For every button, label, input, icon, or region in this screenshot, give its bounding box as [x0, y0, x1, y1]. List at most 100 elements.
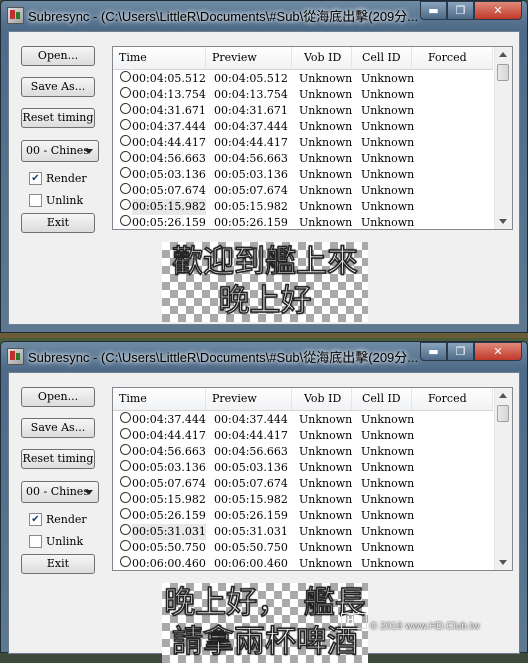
- list-item[interactable]: 00:04:44.417 00:04:44.417 Unknown Unknown: [113, 135, 493, 151]
- exit-button[interactable]: Exit: [21, 213, 95, 233]
- column-header-preview[interactable]: Preview: [206, 47, 292, 69]
- radio-circle-icon[interactable]: [120, 444, 131, 455]
- radio-circle-icon[interactable]: [120, 508, 131, 519]
- radio-circle-icon[interactable]: [120, 556, 131, 567]
- unlink-checkbox[interactable]: Unlink: [29, 193, 83, 210]
- list-item[interactable]: 00:05:03.136 00:05:03.136 Unknown Unknown: [113, 167, 493, 183]
- list-item[interactable]: 00:04:56.663 00:04:56.663 Unknown Unknown: [113, 444, 493, 460]
- scroll-up-icon[interactable]: [499, 393, 507, 398]
- close-button[interactable]: ✕: [474, 342, 522, 361]
- subtitle-preview: 歡迎到艦上來 晚上好: [162, 242, 368, 322]
- maximize-button[interactable]: ❐: [447, 342, 474, 361]
- column-header-vob-id[interactable]: Vob ID: [292, 47, 352, 69]
- save-as-button[interactable]: Save As...: [21, 418, 95, 438]
- column-header-time[interactable]: Time: [113, 388, 206, 410]
- exit-button[interactable]: Exit: [21, 554, 95, 574]
- window-client-area: Open... Save As... Reset timing 00 - Chi…: [8, 31, 520, 325]
- save-as-button[interactable]: Save As...: [21, 77, 95, 97]
- chevron-down-icon: [85, 149, 93, 154]
- close-button[interactable]: ✕: [474, 1, 522, 20]
- radio-circle-icon[interactable]: [120, 460, 131, 471]
- list-item[interactable]: 00:05:15.982 00:05:15.982 Unknown Unknown: [113, 492, 493, 508]
- title-bar[interactable]: Subresync - (C:\Users\LittleR\Documents\…: [1, 342, 527, 370]
- cell-preview: 00:04:44.417: [214, 429, 288, 442]
- radio-circle-icon[interactable]: [120, 215, 131, 226]
- unlink-label: Unlink: [46, 535, 84, 548]
- list-item[interactable]: 00:04:13.754 00:04:13.754 Unknown Unknown: [113, 87, 493, 103]
- list-item[interactable]: 00:05:07.674 00:05:07.674 Unknown Unknown: [113, 183, 493, 199]
- language-select[interactable]: 00 - Chines: [21, 481, 99, 503]
- list-item[interactable]: 00:04:37.444 00:04:37.444 Unknown Unknown: [113, 412, 493, 428]
- column-header-vob-id[interactable]: Vob ID: [292, 388, 352, 410]
- cell-time: 00:05:03.136: [132, 461, 206, 474]
- list-item[interactable]: 00:04:05.512 00:04:05.512 Unknown Unknown: [113, 71, 493, 87]
- radio-circle-icon[interactable]: [120, 412, 131, 423]
- minimize-button[interactable]: ▬: [420, 1, 447, 20]
- list-item[interactable]: 00:05:07.674 00:05:07.674 Unknown Unknown: [113, 476, 493, 492]
- radio-circle-icon[interactable]: [120, 119, 131, 130]
- list-item[interactable]: 00:05:03.136 00:05:03.136 Unknown Unknown: [113, 460, 493, 476]
- list-item[interactable]: 00:06:00.460 00:06:00.460 Unknown Unknown: [113, 556, 493, 570]
- cell-cell: Unknown: [361, 136, 415, 149]
- open-button[interactable]: Open...: [21, 387, 95, 407]
- radio-circle-icon[interactable]: [120, 183, 131, 194]
- cell-time: 00:04:37.444: [132, 413, 206, 426]
- list-item[interactable]: 00:04:56.663 00:04:56.663 Unknown Unknown: [113, 151, 493, 167]
- render-checkbox[interactable]: ✔ Render: [29, 512, 87, 529]
- radio-circle-icon[interactable]: [120, 199, 131, 210]
- checkbox-box[interactable]: ✔: [29, 512, 42, 526]
- radio-circle-icon[interactable]: [120, 103, 131, 114]
- column-header-cell-id[interactable]: Cell ID: [352, 388, 412, 410]
- radio-circle-icon[interactable]: [120, 71, 131, 82]
- reset-timing-button[interactable]: Reset timing: [21, 108, 95, 128]
- column-header-time[interactable]: Time: [113, 47, 206, 69]
- column-header-cell-id[interactable]: Cell ID: [352, 47, 412, 69]
- cell-cell: Unknown: [361, 120, 415, 133]
- checkbox-box[interactable]: [29, 534, 42, 548]
- radio-circle-icon[interactable]: [120, 476, 131, 487]
- unlink-checkbox[interactable]: Unlink: [29, 534, 84, 551]
- radio-circle-icon[interactable]: [120, 87, 131, 98]
- list-item[interactable]: 00:04:44.417 00:04:44.417 Unknown Unknown: [113, 428, 493, 444]
- language-select[interactable]: 00 - Chines: [21, 140, 99, 162]
- checkbox-box[interactable]: [29, 193, 42, 207]
- column-header-forced[interactable]: Forced: [412, 47, 493, 69]
- list-item[interactable]: 00:04:31.671 00:04:31.671 Unknown Unknown: [113, 103, 493, 119]
- cell-cell: Unknown: [361, 445, 415, 458]
- list-item[interactable]: 00:05:26.159 00:05:26.159 Unknown Unknown: [113, 215, 493, 229]
- column-header-preview[interactable]: Preview: [206, 388, 292, 410]
- vertical-scrollbar[interactable]: [494, 47, 512, 229]
- scroll-down-icon[interactable]: [499, 560, 507, 565]
- scroll-down-icon[interactable]: [499, 219, 507, 224]
- list-item[interactable]: 00:05:50.750 00:05:50.750 Unknown Unknown: [113, 540, 493, 556]
- list-item[interactable]: 00:05:31.031 00:05:31.031 Unknown Unknown: [113, 524, 493, 540]
- scroll-up-icon[interactable]: [499, 52, 507, 57]
- maximize-button[interactable]: ❐: [447, 1, 474, 20]
- column-header-forced[interactable]: Forced: [412, 388, 493, 410]
- radio-circle-icon[interactable]: [120, 428, 131, 439]
- reset-timing-button[interactable]: Reset timing: [21, 449, 95, 469]
- cell-preview: 00:05:31.031: [214, 525, 288, 538]
- title-bar[interactable]: Subresync - (C:\Users\LittleR\Documents\…: [1, 1, 527, 29]
- list-item[interactable]: 00:04:37.444 00:04:37.444 Unknown Unknown: [113, 119, 493, 135]
- list-item[interactable]: 00:05:15.982 00:05:15.982 Unknown Unknown: [113, 199, 493, 215]
- list-item[interactable]: 00:05:26.159 00:05:26.159 Unknown Unknown: [113, 508, 493, 524]
- subtitle-list[interactable]: Time Preview Vob ID Cell ID Forced 00:04…: [112, 387, 513, 571]
- scroll-thumb[interactable]: [497, 64, 509, 81]
- vertical-scrollbar[interactable]: [494, 388, 512, 570]
- radio-circle-icon[interactable]: [120, 492, 131, 503]
- radio-circle-icon[interactable]: [120, 135, 131, 146]
- scroll-thumb[interactable]: [497, 405, 509, 422]
- radio-circle-icon[interactable]: [120, 524, 131, 535]
- open-button[interactable]: Open...: [21, 46, 95, 66]
- render-checkbox[interactable]: ✔ Render: [29, 171, 87, 188]
- cell-vob: Unknown: [299, 184, 353, 197]
- radio-circle-icon[interactable]: [120, 167, 131, 178]
- checkbox-box[interactable]: ✔: [29, 171, 42, 185]
- radio-circle-icon[interactable]: [120, 151, 131, 162]
- subtitle-list[interactable]: Time Preview Vob ID Cell ID Forced 00:04…: [112, 46, 513, 230]
- minimize-button[interactable]: ▬: [420, 342, 447, 361]
- cell-time: 00:04:05.512: [132, 72, 206, 85]
- radio-circle-icon[interactable]: [120, 540, 131, 551]
- cell-time: 00:05:26.159: [132, 509, 206, 522]
